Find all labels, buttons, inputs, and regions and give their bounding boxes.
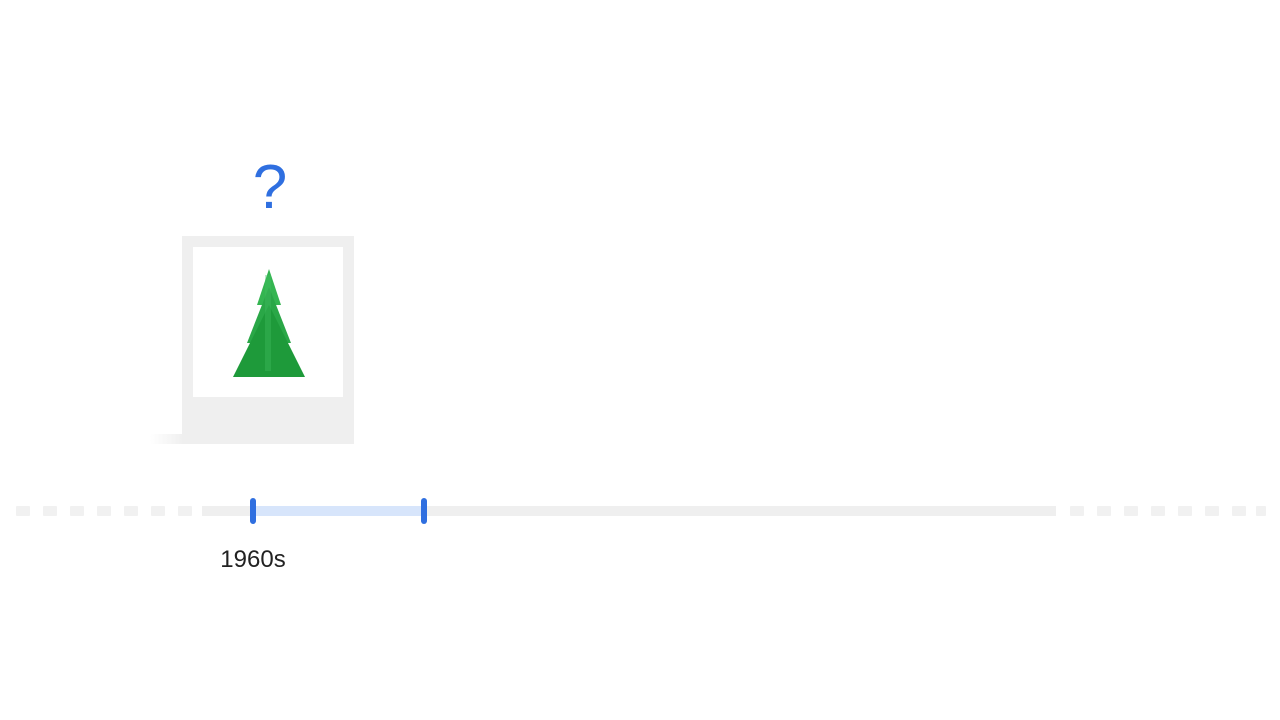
- track-dot: [1232, 506, 1246, 516]
- pine-tree-icon: [233, 269, 305, 377]
- question-mark-icon: ?: [252, 153, 288, 222]
- track-dot: [16, 506, 30, 516]
- track-dot: [1151, 506, 1165, 516]
- decade-label: 1960s: [220, 546, 286, 573]
- track-dot: [1097, 506, 1111, 516]
- card-shadow-tail: [150, 434, 184, 444]
- track-dot: [97, 506, 111, 516]
- mystery-card-face: [193, 247, 343, 397]
- track-dot: [1124, 506, 1138, 516]
- track-dot: [43, 506, 57, 516]
- track-dot: [178, 506, 192, 516]
- mystery-card[interactable]: [182, 236, 354, 444]
- selected-range: [253, 506, 424, 516]
- timeline-game-stage: ? 1960s: [0, 0, 1280, 720]
- track-dot: [1178, 506, 1192, 516]
- range-start-handle[interactable]: [250, 498, 256, 524]
- track-dot: [1205, 506, 1219, 516]
- range-end-handle[interactable]: [421, 498, 427, 524]
- track-dot: [70, 506, 84, 516]
- track-dot: [124, 506, 138, 516]
- track-dot: [151, 506, 165, 516]
- track-dot: [1256, 506, 1266, 516]
- tree-highlight: [265, 275, 271, 371]
- track-dot: [1070, 506, 1084, 516]
